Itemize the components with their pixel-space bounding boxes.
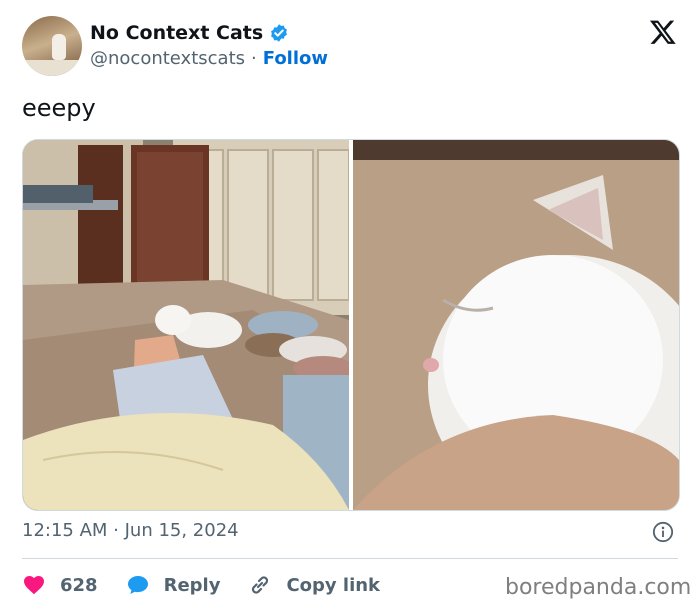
info-icon[interactable] [652,521,674,543]
verified-badge-icon [271,24,288,42]
like-count: 628 [60,574,98,596]
x-logo-icon[interactable] [649,18,677,46]
watermark: boredpanda.com [505,575,692,600]
cat-closeup-photo[interactable] [353,140,679,510]
reply-button[interactable]: Reply [126,573,221,597]
link-icon [252,576,269,594]
copy-link-label: Copy link [286,574,381,596]
cat-on-bed-photo[interactable] [23,140,349,510]
divider [22,558,678,559]
author-name-row: No Context Cats [90,22,289,44]
display-name[interactable]: No Context Cats [90,22,263,44]
media-grid [22,139,680,511]
reply-label: Reply [163,574,221,596]
heart-icon [24,576,44,595]
avatar[interactable] [22,16,82,76]
like-button[interactable]: 628 [22,573,98,597]
action-bar: 628 Reply Copy link [22,570,408,600]
tweet-text: eeepy [22,94,96,122]
handle[interactable]: @nocontextscats [90,48,245,69]
avatar-step [22,60,82,76]
tweet-card: No Context Cats @nocontextscats · Follow… [0,0,700,612]
handle-row: @nocontextscats · Follow [90,48,328,69]
follow-button[interactable]: Follow [263,48,328,69]
copy-link-button[interactable]: Copy link [248,573,380,597]
separator-dot: · [251,48,257,69]
tweet-timestamp[interactable]: 12:15 AM · Jun 15, 2024 [22,520,239,541]
reply-bubble-icon [127,576,148,594]
avatar-cat [52,34,66,60]
